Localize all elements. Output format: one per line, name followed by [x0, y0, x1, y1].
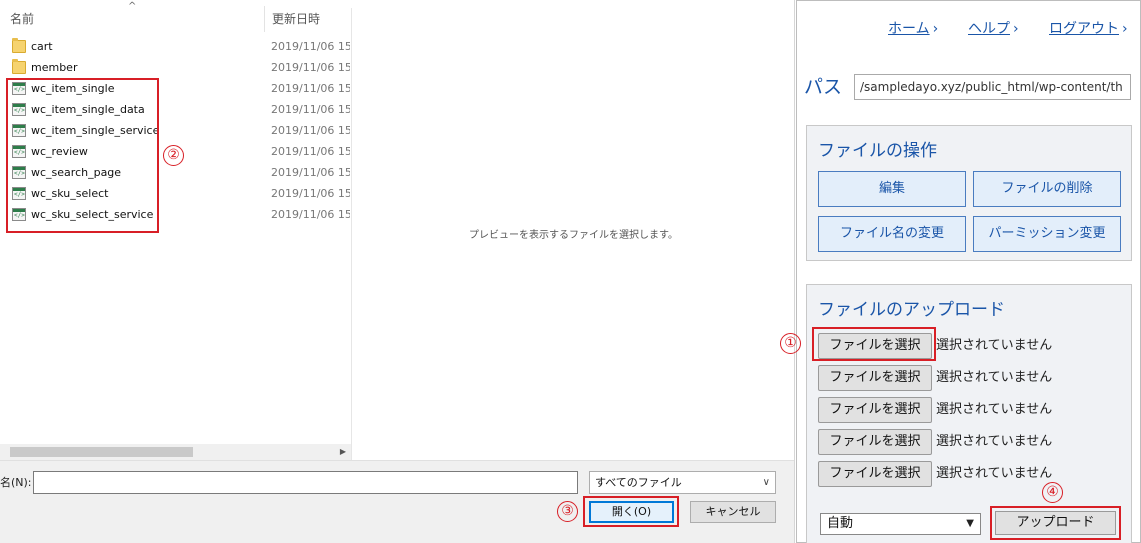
- column-header-date[interactable]: 更新日時: [264, 6, 350, 32]
- file-date: 2019/11/06 15:2: [271, 166, 350, 179]
- transfer-mode-select[interactable]: 自動 ▼: [820, 513, 981, 535]
- scrollbar-thumb[interactable]: [10, 447, 193, 457]
- file-operations-title: ファイルの操作: [818, 141, 937, 161]
- chevron-right-icon: ›: [1122, 21, 1128, 37]
- no-file-selected-text: 選択されていません: [936, 402, 1053, 417]
- choose-file-button[interactable]: ファイルを選択: [818, 397, 932, 423]
- dropdown-arrow-icon: ▼: [966, 518, 974, 529]
- file-operations-section: ファイルの操作 編集 ファイルの削除 ファイル名の変更 パーミッション変更: [806, 125, 1132, 261]
- annotation-3: ③: [557, 501, 578, 522]
- dialog-footer: 名(N): すべてのファイル ∨ ③ 開く(O) キャンセル: [0, 460, 794, 543]
- path-input[interactable]: /sampledayo.xyz/public_html/wp-content/t…: [854, 74, 1131, 100]
- chevron-right-icon: ›: [1013, 21, 1019, 37]
- delete-file-button[interactable]: ファイルの削除: [973, 171, 1121, 207]
- preview-message: プレビューを表示するファイルを選択します。: [469, 230, 678, 241]
- file-date: 2019/11/06 15:2: [271, 145, 350, 158]
- annotation-1: ①: [780, 333, 801, 354]
- scroll-right-icon[interactable]: ▶: [338, 444, 348, 460]
- horizontal-scrollbar[interactable]: ▶: [0, 444, 351, 460]
- no-file-selected-text: 選択されていません: [936, 466, 1053, 481]
- column-header-name[interactable]: 名前: [10, 6, 265, 32]
- file-name: member: [31, 61, 78, 74]
- annotation-4: ④: [1042, 482, 1063, 503]
- chevron-down-icon: ∨: [762, 477, 770, 488]
- folder-icon: [12, 38, 26, 53]
- file-manager-panel: ホーム › ヘルプ › ログアウト › パス /sampledayo.xyz/publ…: [780, 0, 1141, 543]
- file-date: 2019/11/06 15:2: [271, 103, 350, 116]
- path-label: パス: [804, 76, 843, 98]
- choose-file-button[interactable]: ファイルを選択: [818, 333, 932, 359]
- filename-label: 名(N):: [0, 476, 32, 489]
- file-date: 2019/11/06 15:2: [271, 124, 350, 137]
- no-file-selected-text: 選択されていません: [936, 370, 1053, 385]
- transfer-mode-value: 自動: [827, 516, 854, 531]
- file-row-member[interactable]: member 2019/11/06 15:2: [0, 57, 350, 78]
- open-button[interactable]: 開く(O): [589, 501, 674, 523]
- annotation-2: ②: [163, 145, 184, 166]
- highlight-box-files: [6, 78, 159, 233]
- rename-file-button[interactable]: ファイル名の変更: [818, 216, 966, 252]
- file-row-cart[interactable]: cart 2019/11/06 15:2: [0, 36, 350, 57]
- nav-link-help[interactable]: ヘルプ ›: [968, 18, 1019, 38]
- file-date: 2019/11/06 15:2: [271, 40, 350, 53]
- choose-file-button[interactable]: ファイルを選択: [818, 429, 932, 455]
- filetype-select[interactable]: すべてのファイル ∨: [589, 471, 776, 494]
- nav-link-home[interactable]: ホーム ›: [888, 18, 938, 38]
- change-permission-button[interactable]: パーミッション変更: [973, 216, 1121, 252]
- filename-input[interactable]: [33, 471, 578, 494]
- file-upload-title: ファイルのアップロード: [818, 300, 1005, 320]
- file-date: 2019/11/06 15:2: [271, 187, 350, 200]
- filetype-value: すべてのファイル: [595, 476, 682, 489]
- file-upload-section: ファイルのアップロード ① ファイルを選択 選択されていません ファイルを選択 …: [780, 284, 1132, 543]
- no-file-selected-text: 選択されていません: [936, 434, 1053, 449]
- choose-file-button[interactable]: ファイルを選択: [818, 461, 932, 487]
- chevron-right-icon: ›: [932, 21, 939, 37]
- file-date: 2019/11/06 15:2: [271, 82, 350, 95]
- choose-file-button[interactable]: ファイルを選択: [818, 365, 932, 391]
- nav-link-logout[interactable]: ログアウト ›: [1049, 18, 1128, 38]
- file-open-dialog: ^ 名前 更新日時 cart 2019/11/06 15:2 member 20…: [0, 0, 795, 543]
- file-name: cart: [31, 40, 53, 53]
- upload-button[interactable]: アップロード: [995, 511, 1116, 535]
- no-file-selected-text: 選択されていません: [936, 338, 1053, 353]
- folder-icon: [12, 59, 26, 74]
- edit-button[interactable]: 編集: [818, 171, 966, 207]
- file-date: 2019/11/06 15:2: [271, 61, 350, 74]
- file-date: 2019/11/06 15:2: [271, 208, 350, 221]
- cancel-button[interactable]: キャンセル: [690, 501, 776, 523]
